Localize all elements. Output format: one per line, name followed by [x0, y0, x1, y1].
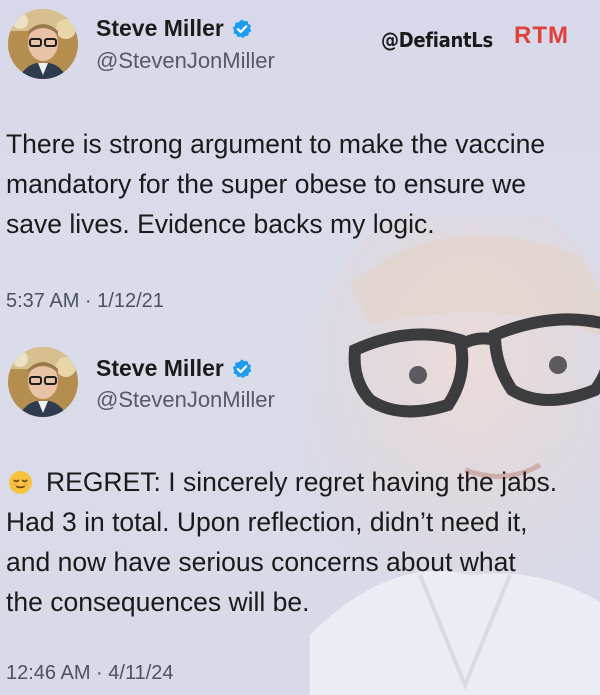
avatar-image	[8, 9, 78, 79]
tweet-text-container: REGRET: I sincerely regret having the ja…	[6, 462, 600, 617]
username[interactable]: @StevenJonMiller	[96, 48, 275, 74]
watermark-logo: RTM	[514, 22, 569, 49]
tweet-text: REGRET: I sincerely regret having the ja…	[6, 467, 558, 617]
author-name-row: Steve Miller	[96, 355, 253, 382]
watermark-handle: @DefiantLs	[381, 28, 493, 52]
display-name[interactable]: Steve Miller	[96, 355, 224, 382]
avatar[interactable]	[8, 9, 78, 79]
timestamp[interactable]: 5:37 AM · 1/12/21	[6, 290, 164, 313]
author-name-row: Steve Miller	[96, 15, 253, 42]
avatar[interactable]	[8, 347, 78, 417]
timestamp[interactable]: 12:46 AM · 4/11/24	[6, 662, 174, 685]
verified-badge-icon	[232, 18, 252, 38]
username[interactable]: @StevenJonMiller	[96, 387, 275, 413]
background-portrait-image	[300, 215, 600, 695]
avatar-image	[8, 347, 78, 417]
display-name[interactable]: Steve Miller	[96, 15, 224, 42]
verified-badge-icon	[232, 358, 252, 378]
tweet-text: There is strong argument to make the vac…	[6, 129, 546, 239]
